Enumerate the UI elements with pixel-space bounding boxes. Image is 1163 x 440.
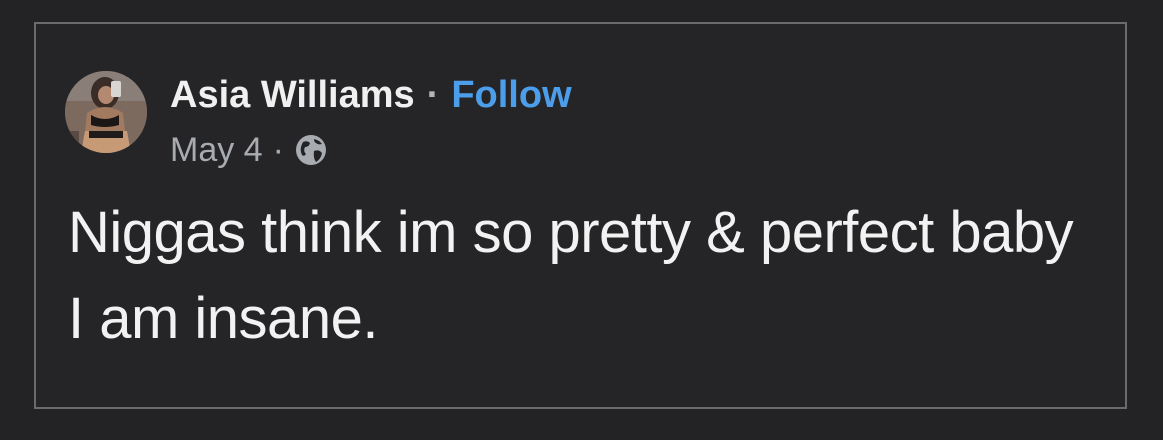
author-name[interactable]: Asia Williams [170,72,415,118]
avatar[interactable] [65,71,147,153]
avatar-photo [65,71,147,153]
author-separator: · [426,74,440,116]
post-date[interactable]: May 4 [170,131,263,170]
post-meta: May 4 · [170,130,328,170]
author-line: Asia Williams · Follow [170,72,572,118]
globe-icon[interactable] [294,133,328,167]
follow-button[interactable]: Follow [451,72,571,118]
post-text: Niggas think im so pretty & perfect baby… [68,200,1074,351]
meta-separator: · [272,130,284,169]
